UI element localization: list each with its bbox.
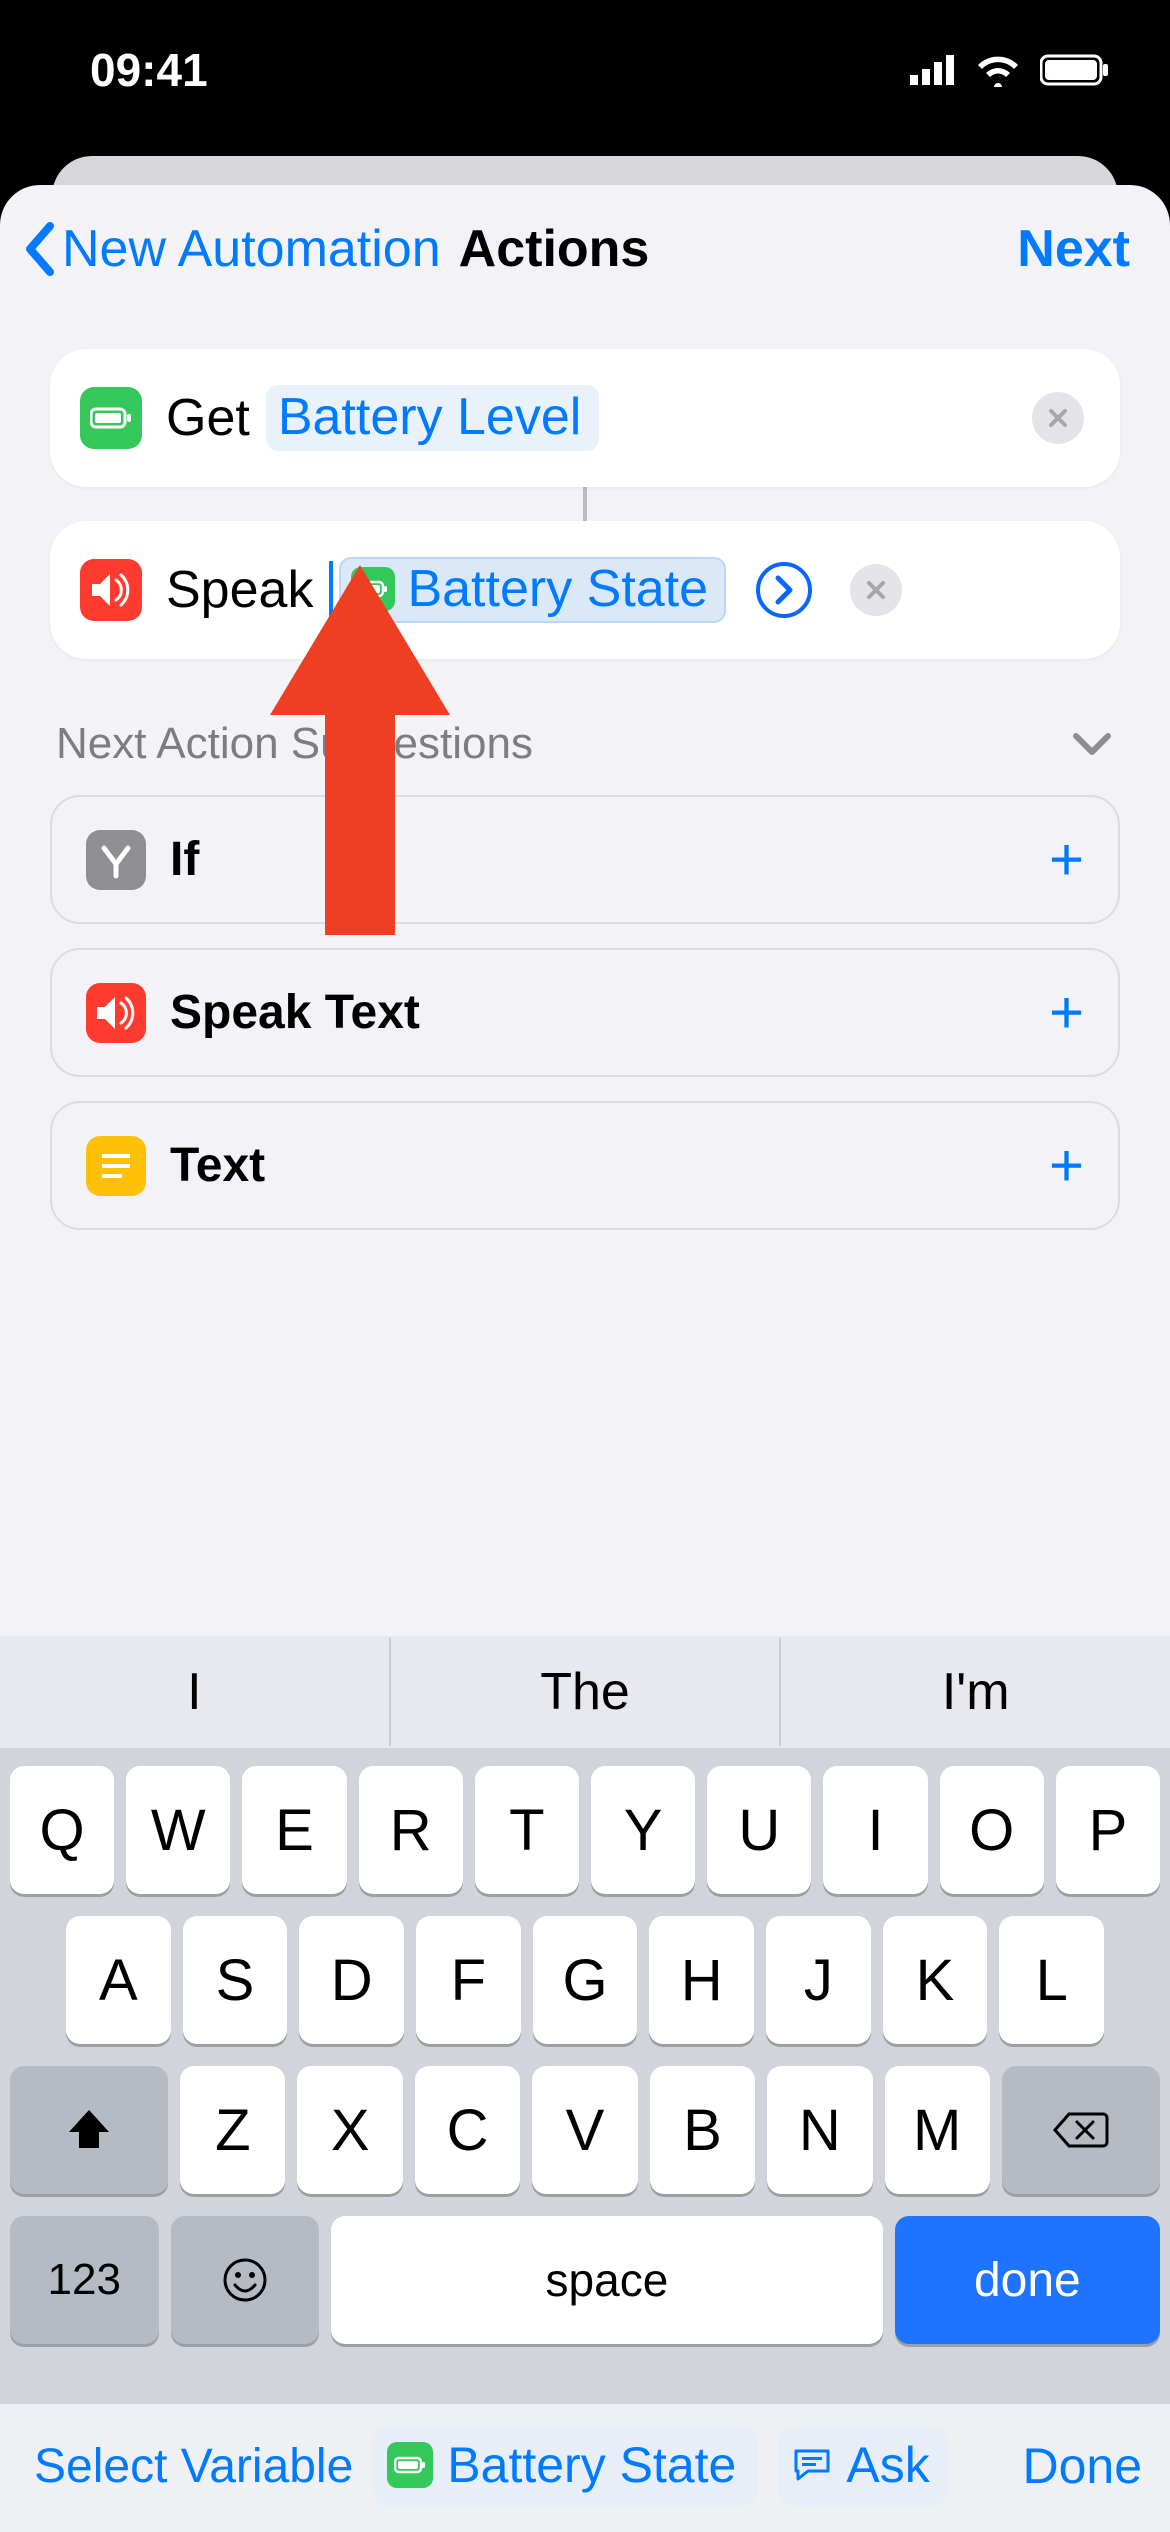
accessory-done-button[interactable]: Done: [1022, 2437, 1142, 2495]
prediction-2[interactable]: The: [391, 1638, 782, 1746]
suggestions-header-label: Next Action Suggestions: [56, 719, 533, 769]
variable-chip-ask[interactable]: Ask: [778, 2426, 948, 2506]
chevron-right-icon: [774, 575, 794, 605]
key-s[interactable]: S: [183, 1916, 288, 2044]
key-shift[interactable]: [10, 2066, 168, 2194]
action-speak-text[interactable]: Speak Battery State: [50, 521, 1120, 659]
key-f[interactable]: F: [416, 1916, 521, 2044]
actions-list: Get Battery Level Speak: [0, 309, 1170, 1254]
shift-icon: [65, 2106, 113, 2154]
key-h[interactable]: H: [649, 1916, 754, 2044]
keyboard: I The I'm Q W E R T Y U I O P A S D F: [0, 1636, 1170, 2514]
key-done[interactable]: done: [895, 2216, 1160, 2344]
key-n[interactable]: N: [767, 2066, 872, 2194]
variable-token-battery-state[interactable]: Battery State: [339, 557, 726, 623]
branch-icon: [86, 830, 146, 890]
key-r[interactable]: R: [359, 1766, 463, 1894]
suggestion-text[interactable]: Text +: [50, 1101, 1120, 1230]
suggestion-label: Speak Text: [170, 985, 420, 1040]
suggestion-label: If: [170, 832, 199, 887]
wifi-icon: [974, 53, 1022, 87]
close-icon: [865, 579, 887, 601]
page-title: Actions: [459, 219, 650, 279]
battery-app-icon: [80, 387, 142, 449]
key-l[interactable]: L: [999, 1916, 1104, 2044]
key-q[interactable]: Q: [10, 1766, 114, 1894]
speaker-icon: [86, 983, 146, 1043]
battery-icon: [387, 2442, 433, 2488]
key-g[interactable]: G: [533, 1916, 638, 2044]
input-accessory-bar: Select Variable Battery State Ask Done: [0, 2404, 1170, 2532]
key-c[interactable]: C: [415, 2066, 520, 2194]
variable-chip-battery-state[interactable]: Battery State: [373, 2426, 758, 2506]
cellular-icon: [910, 55, 956, 85]
prediction-bar: I The I'm: [0, 1636, 1170, 1748]
key-d[interactable]: D: [299, 1916, 404, 2044]
prediction-3[interactable]: I'm: [781, 1638, 1170, 1746]
suggestion-if[interactable]: If +: [50, 795, 1120, 924]
status-icons: [910, 53, 1110, 87]
nav-header: New Automation Actions Next: [0, 185, 1170, 309]
key-v[interactable]: V: [532, 2066, 637, 2194]
key-p[interactable]: P: [1056, 1766, 1160, 1894]
key-space[interactable]: space: [331, 2216, 883, 2344]
status-bar: 09:41: [0, 0, 1170, 140]
key-backspace[interactable]: [1002, 2066, 1160, 2194]
suggestion-label: Text: [170, 1138, 265, 1193]
variable-token-battery-level[interactable]: Battery Level: [266, 385, 600, 451]
delete-action-button[interactable]: [1032, 392, 1084, 444]
prediction-1[interactable]: I: [0, 1638, 391, 1746]
key-u[interactable]: U: [707, 1766, 811, 1894]
key-numbers[interactable]: 123: [10, 2216, 159, 2344]
key-x[interactable]: X: [297, 2066, 402, 2194]
select-variable-button[interactable]: Select Variable: [34, 2439, 353, 2494]
key-j[interactable]: J: [766, 1916, 871, 2044]
key-e[interactable]: E: [242, 1766, 346, 1894]
key-m[interactable]: M: [885, 2066, 990, 2194]
action-connector: [583, 487, 587, 521]
next-button[interactable]: Next: [1017, 219, 1130, 279]
suggestions-header[interactable]: Next Action Suggestions: [50, 659, 1120, 795]
key-k[interactable]: K: [883, 1916, 988, 2044]
add-suggestion-button[interactable]: +: [1049, 978, 1084, 1047]
backspace-icon: [1053, 2110, 1109, 2150]
back-button[interactable]: New Automation: [22, 219, 441, 279]
add-suggestion-button[interactable]: +: [1049, 1131, 1084, 1200]
action-verb: Get: [166, 388, 250, 448]
key-t[interactable]: T: [475, 1766, 579, 1894]
suggestion-speak-text[interactable]: Speak Text +: [50, 948, 1120, 1077]
chevron-left-icon: [22, 222, 58, 276]
status-time: 09:41: [90, 43, 208, 97]
token-label: Battery Level: [278, 387, 582, 447]
battery-icon: [351, 567, 395, 611]
action-get-battery-level[interactable]: Get Battery Level: [50, 349, 1120, 487]
chip-label: Ask: [846, 2436, 929, 2494]
battery-status-icon: [1040, 53, 1110, 87]
back-label: New Automation: [62, 219, 441, 279]
chevron-down-icon: [1070, 730, 1114, 758]
key-emoji[interactable]: [171, 2216, 320, 2344]
emoji-icon: [221, 2256, 269, 2304]
key-z[interactable]: Z: [180, 2066, 285, 2194]
chip-label: Battery State: [447, 2436, 736, 2494]
key-a[interactable]: A: [66, 1916, 171, 2044]
key-w[interactable]: W: [126, 1766, 230, 1894]
expand-action-button[interactable]: [756, 562, 812, 618]
key-o[interactable]: O: [940, 1766, 1044, 1894]
delete-action-button[interactable]: [850, 564, 902, 616]
speaker-app-icon: [80, 559, 142, 621]
key-b[interactable]: B: [650, 2066, 755, 2194]
key-i[interactable]: I: [823, 1766, 927, 1894]
key-y[interactable]: Y: [591, 1766, 695, 1894]
message-icon: [792, 2442, 832, 2488]
add-suggestion-button[interactable]: +: [1049, 825, 1084, 894]
keyboard-area: Select Variable Battery State Ask Done: [0, 1636, 1170, 2532]
text-icon: [86, 1136, 146, 1196]
text-cursor: [329, 561, 333, 619]
close-icon: [1047, 407, 1069, 429]
token-label: Battery State: [407, 559, 708, 619]
action-verb: Speak: [166, 560, 313, 620]
